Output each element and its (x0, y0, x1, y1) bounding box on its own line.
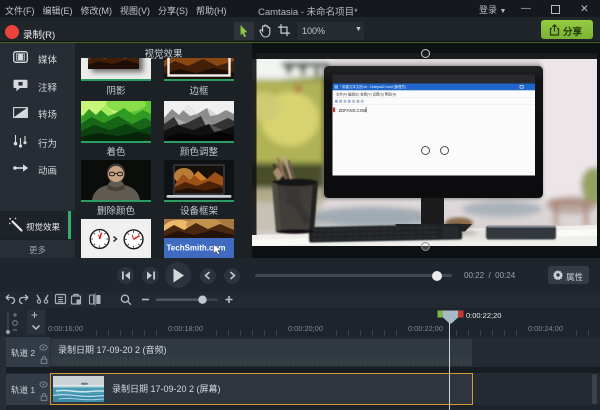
svg-text:文件(F) 编辑(E) 查看(V) 设置(S) 帮助: 文件(F) 编辑(E) 查看(V) 设置(S) 帮助(H) (336, 92, 396, 97)
svg-text:ZDFANS.COM: ZDFANS.COM (339, 108, 368, 113)
svg-text:* 新建文本文档.txt - Notepad2-mod (管: * 新建文本文档.txt - Notepad2-mod (管理员) (340, 84, 406, 89)
